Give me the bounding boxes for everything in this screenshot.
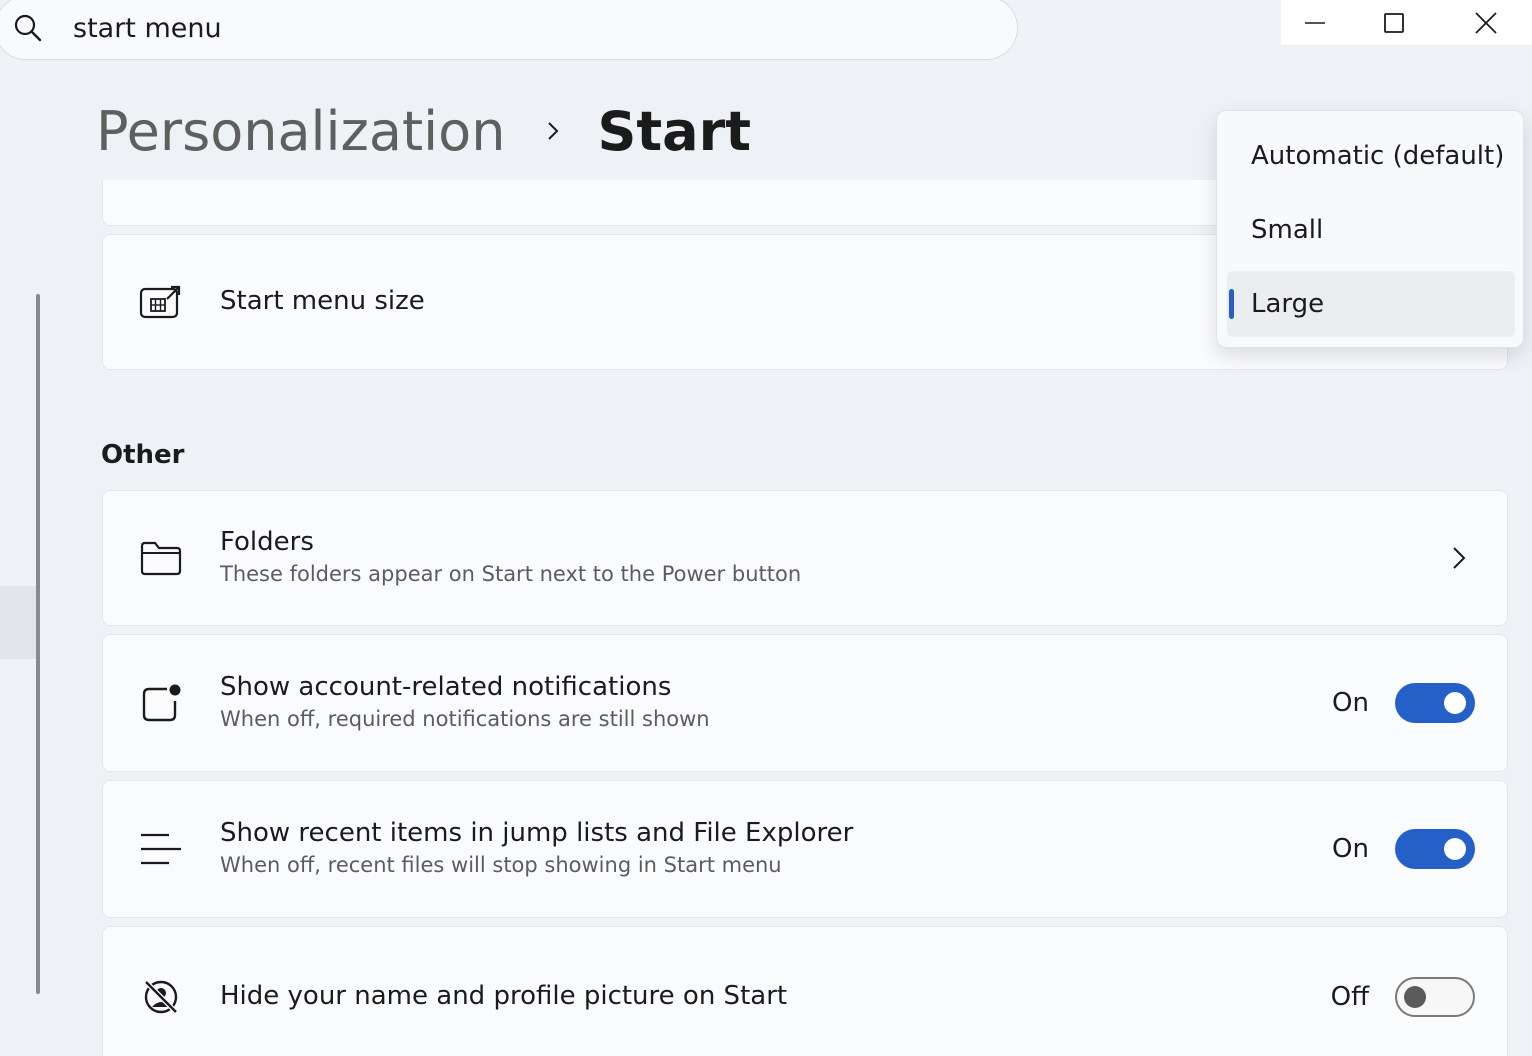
search-icon (14, 14, 42, 42)
card-title: Hide your name and profile picture on St… (220, 980, 788, 1011)
dropdown-option-automatic[interactable]: Automatic (default) (1227, 123, 1515, 189)
toggle-knob (1444, 692, 1466, 714)
dropdown-option-small[interactable]: Small (1227, 197, 1515, 263)
chevron-right-icon (1453, 547, 1466, 569)
option-label: Small (1251, 215, 1324, 245)
minimize-button[interactable] (1281, 0, 1348, 45)
hide-name-toggle[interactable] (1395, 976, 1475, 1017)
option-label: Large (1251, 289, 1325, 319)
card-title: Start menu size (220, 286, 425, 317)
selection-indicator (1229, 289, 1234, 319)
card-title: Folders (220, 527, 314, 558)
card-text: Start menu size (220, 285, 425, 319)
nav-selected-item[interactable] (0, 586, 38, 659)
maximize-button[interactable] (1348, 0, 1440, 45)
card-description: When off, required notifications are sti… (220, 707, 710, 732)
notification-badge-icon (139, 681, 183, 725)
hidden-profile-icon (139, 975, 183, 1019)
card-title: Show account-related notifications (220, 672, 672, 703)
card-text: Show account-related notifications When … (220, 671, 710, 734)
breadcrumb-parent[interactable]: Personalization (96, 100, 505, 163)
search-input[interactable] (73, 12, 873, 44)
toggle-state-label: Off (1330, 981, 1369, 1012)
resize-icon (139, 280, 183, 324)
account-notifications-toggle[interactable] (1395, 683, 1475, 723)
card-text: Hide your name and profile picture on St… (220, 980, 787, 1014)
card-text: Show recent items in jump lists and File… (220, 817, 853, 880)
folder-icon (139, 536, 183, 580)
close-button[interactable] (1440, 0, 1532, 45)
minimize-icon (1304, 21, 1325, 24)
breadcrumb: Personalization Start (96, 96, 751, 166)
toggle-knob (1404, 985, 1426, 1008)
option-label: Automatic (default) (1251, 141, 1505, 171)
card-title: Show recent items in jump lists and File… (220, 818, 854, 849)
card-description: When off, recent files will stop showing… (220, 853, 782, 878)
recent-items-toggle[interactable] (1395, 829, 1475, 869)
dropdown-option-large[interactable]: Large (1227, 271, 1515, 337)
setting-card-hide-name: Hide your name and profile picture on St… (102, 926, 1508, 1056)
setting-card-recent-items: Show recent items in jump lists and File… (102, 780, 1508, 918)
page-title: Start (597, 99, 752, 163)
window-controls (1281, 0, 1532, 45)
maximize-icon (1384, 12, 1404, 33)
start-menu-size-dropdown: Automatic (default) Small Large (1216, 110, 1524, 348)
card-text: Folders These folders appear on Start ne… (220, 526, 801, 589)
setting-card-account-notifications: Show account-related notifications When … (102, 634, 1508, 772)
search-box[interactable] (0, 0, 1018, 60)
list-icon (139, 827, 183, 871)
card-description: These folders appear on Start next to th… (220, 562, 802, 587)
close-icon (1475, 11, 1497, 34)
toggle-state-label: On (1332, 834, 1369, 864)
section-header-other: Other (101, 440, 185, 470)
chevron-right-icon (548, 122, 559, 140)
scrollbar[interactable] (36, 294, 40, 994)
toggle-state-label: On (1332, 688, 1369, 718)
toggle-knob (1444, 838, 1466, 860)
setting-card-folders[interactable]: Folders These folders appear on Start ne… (102, 490, 1508, 626)
